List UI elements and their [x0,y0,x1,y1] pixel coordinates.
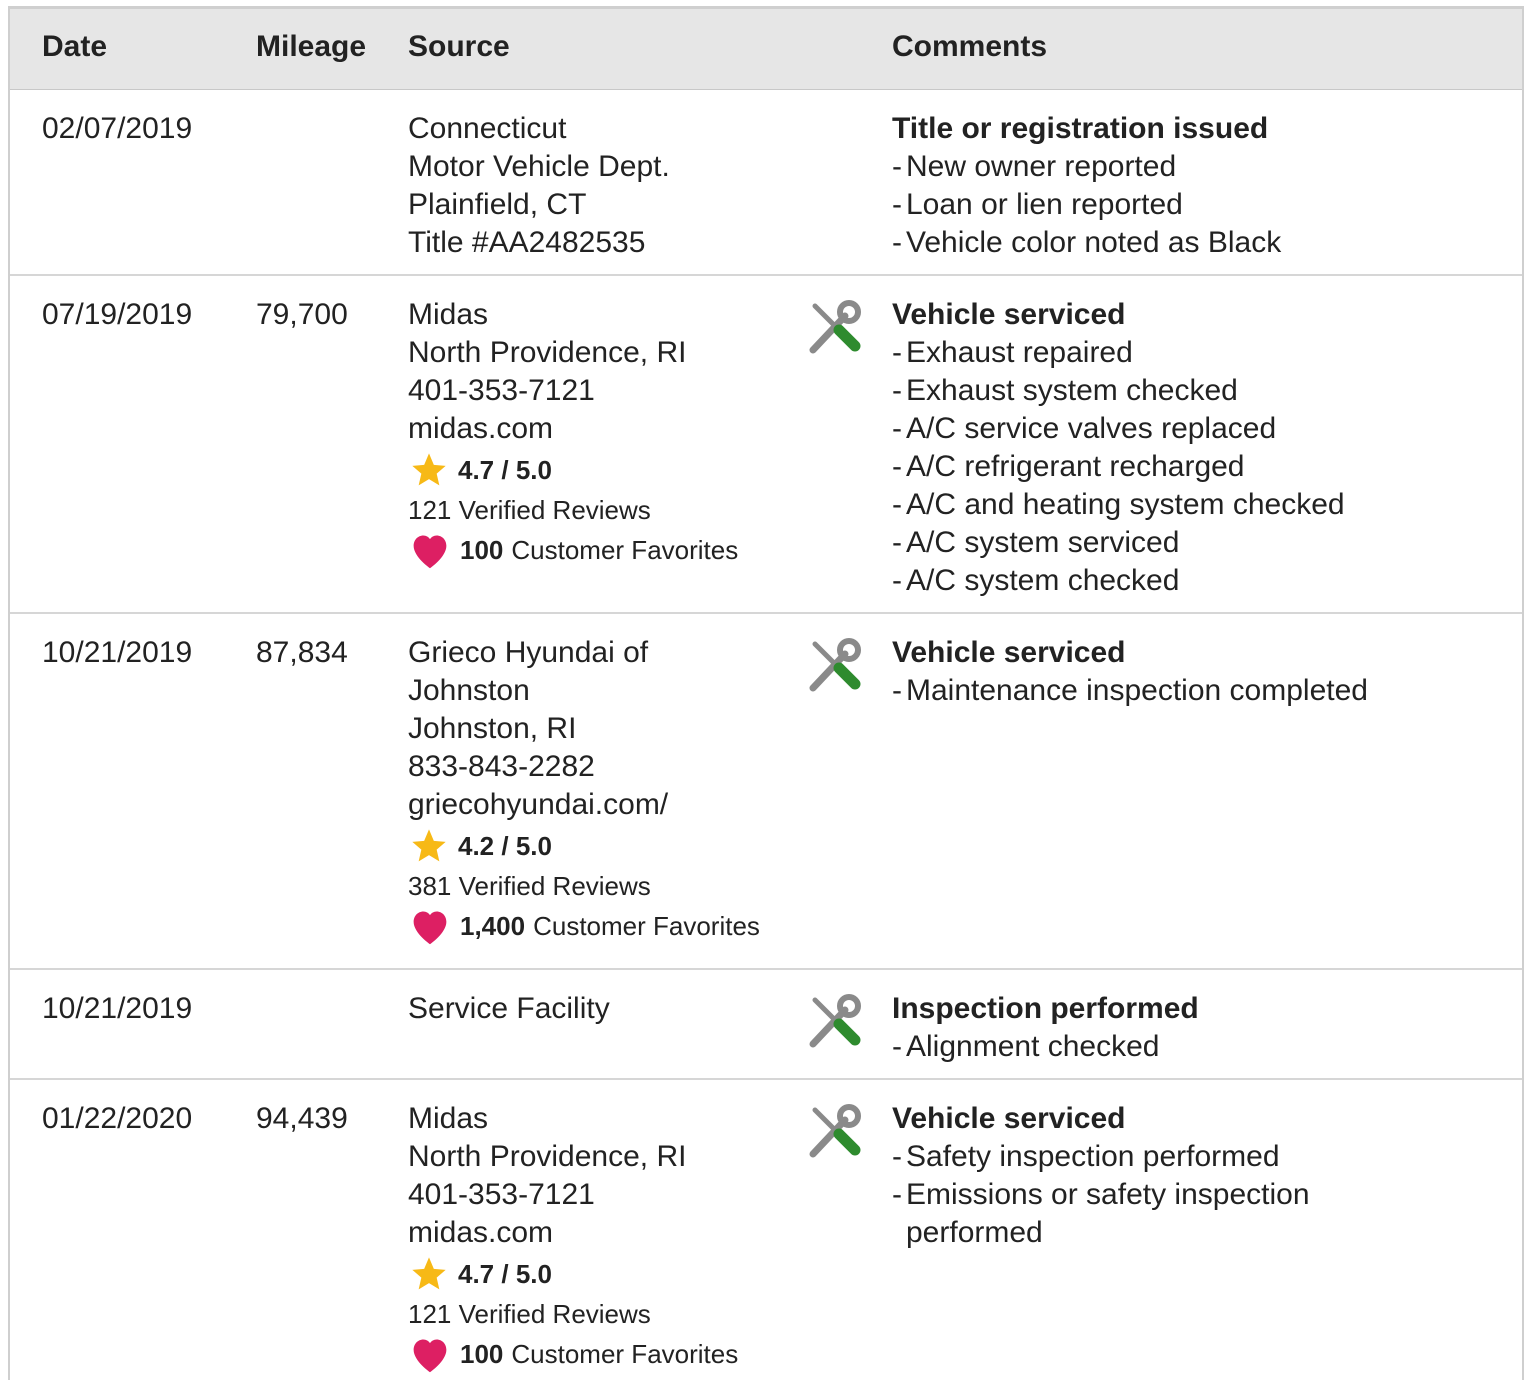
row-source: Midas North Providence, RI 401-353-7121 … [408,1100,808,1374]
table-row: 02/07/2019 Connecticut Motor Vehicle Dep… [10,90,1522,276]
row-comments: Vehicle serviced - Safety inspection perf… [892,1100,1512,1252]
source-line: Service Facility [408,992,610,1025]
row-comments: Vehicle serviced - Exhaust repaired - Exha… [892,296,1512,600]
comment-title: Vehicle serviced [892,298,1126,331]
comment-item: - A/C and heating system checked [892,488,1345,521]
source-line: North Providence, RI [408,1140,687,1173]
column-header-mileage: Mileage [256,30,367,63]
vehicle-history-table: Date Mileage Source Comments 02/07/2019 … [8,6,1524,1380]
row-mileage: 87,834 [256,636,348,669]
rating: 4.7 / 5.0 [408,450,808,490]
wrench-screwdriver-icon [805,298,865,358]
table-row: 10/21/2019 87,834 Grieco Hyundai of John… [10,614,1522,970]
rating-value: 4.2 / 5.0 [458,831,552,861]
verified-reviews: 381 Verified Reviews [408,871,651,901]
verified-reviews: 121 Verified Reviews [408,1299,651,1329]
rating: 4.7 / 5.0 [408,1254,808,1294]
comment-item: - Safety inspection performed [892,1140,1280,1173]
source-line: Johnston, RI [408,712,577,745]
customer-favorites: 100 Customer Favorites [408,1334,808,1374]
comment-title: Title or registration issued [892,112,1269,145]
row-date: 10/21/2019 [42,636,193,669]
source-link[interactable]: midas.com [408,410,808,448]
table-row: 10/21/2019 Service Facility Inspection p… [10,970,1522,1080]
comment-item: - Emissions or safety inspection performe… [892,1178,1310,1249]
source-line: 833-843-2282 [408,750,595,783]
comment-item: - A/C system checked [892,564,1180,597]
source-link[interactable]: griecohyundai.com/ [408,786,808,824]
rating-value: 4.7 / 5.0 [458,455,552,485]
favorites-label: Customer Favorites [533,911,760,941]
wrench-screwdriver-icon [805,636,865,696]
source-link[interactable]: midas.com [408,1214,808,1252]
row-source: Connecticut Motor Vehicle Dept. Plainfie… [408,110,808,262]
source-line: 401-353-7121 [408,1178,595,1211]
column-header-date: Date [42,30,108,63]
source-line: Title #AA2482535 [408,226,646,259]
comment-title: Inspection performed [892,992,1199,1025]
heart-icon [413,535,447,569]
column-header-comments: Comments [892,30,1048,63]
row-date: 10/21/2019 [42,992,193,1025]
comment-item: - New owner reported [892,150,1177,183]
row-mileage: 79,700 [256,298,348,331]
star-icon [412,453,446,486]
row-source: Service Facility [408,990,808,1028]
source-line: Grieco Hyundai of [408,636,649,669]
source-line: Midas [408,1102,489,1135]
row-comments: Inspection performed - Alignment checked [892,990,1512,1066]
verified-reviews: 121 Verified Reviews [408,495,651,525]
comment-title: Vehicle serviced [892,636,1126,669]
heart-icon [413,1339,447,1373]
favorites-label: Customer Favorites [511,535,739,565]
row-date: 02/07/2019 [42,112,193,145]
table-row: 01/22/2020 94,439 Midas North Providence… [10,1080,1522,1380]
heart-icon [413,911,447,945]
source-line: Connecticut [408,112,567,145]
customer-favorites: 100 Customer Favorites [408,530,808,570]
favorites-count: 1,400 [460,911,526,941]
comment-item: - Exhaust system checked [892,374,1238,407]
rating: 4.2 / 5.0 [408,826,808,866]
comment-item: - A/C system serviced [892,526,1180,559]
row-mileage: 94,439 [256,1102,348,1135]
comment-item: - A/C refrigerant recharged [892,450,1245,483]
comment-item: - A/C service valves replaced [892,412,1277,445]
comment-item: - Maintenance inspection completed [892,674,1368,707]
favorites-count: 100 [460,535,504,565]
wrench-screwdriver-icon [805,1102,865,1162]
source-line: 401-353-7121 [408,374,595,407]
row-comments: Title or registration issued - New owner … [892,110,1512,262]
row-date: 07/19/2019 [42,298,193,331]
source-line: North Providence, RI [408,336,687,369]
comment-item: - Vehicle color noted as Black [892,226,1282,259]
table-row: 07/19/2019 79,700 Midas North Providence… [10,276,1522,614]
comment-item: - Loan or lien reported [892,188,1183,221]
customer-favorites: 1,400 Customer Favorites [408,906,808,946]
row-date: 01/22/2020 [42,1102,193,1135]
row-source: Midas North Providence, RI 401-353-7121 … [408,296,808,570]
rating-value: 4.7 / 5.0 [458,1259,552,1289]
favorites-label: Customer Favorites [511,1339,739,1369]
row-source: Grieco Hyundai of Johnston Johnston, RI … [408,634,808,946]
star-icon [412,829,446,862]
table-header: Date Mileage Source Comments [10,9,1522,90]
comment-item: - Alignment checked [892,1030,1160,1063]
column-header-source: Source [408,30,510,63]
source-line: Midas [408,298,489,331]
comment-title: Vehicle serviced [892,1102,1126,1135]
source-line: Johnston [408,674,530,707]
wrench-screwdriver-icon [805,992,865,1052]
star-icon [412,1257,446,1290]
source-line: Motor Vehicle Dept. [408,150,670,183]
favorites-count: 100 [460,1339,504,1369]
source-line: Plainfield, CT [408,188,587,221]
comment-item: - Exhaust repaired [892,336,1133,369]
row-comments: Vehicle serviced - Maintenance inspection… [892,634,1512,710]
